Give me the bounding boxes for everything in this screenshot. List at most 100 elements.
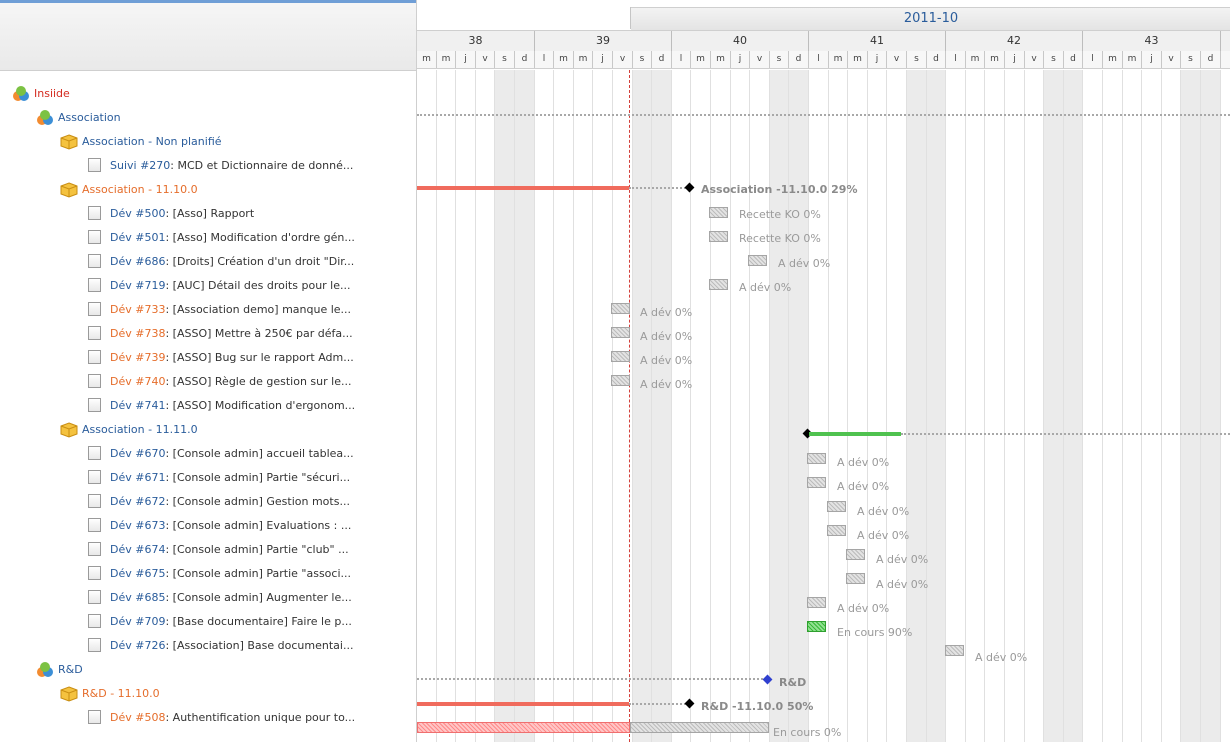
tree-row-label[interactable]: Association - Non planifié [82, 130, 222, 154]
tree-issue-row[interactable]: Dév #673: [Console admin] Evaluations : … [0, 514, 416, 538]
tree-issue-row[interactable]: Dév #670: [Console admin] accueil tablea… [0, 442, 416, 466]
tree-version-row[interactable]: Association - Non planifié [0, 130, 416, 154]
day-cell: v [613, 51, 633, 68]
tree-issue-row[interactable]: Dév #674: [Console admin] Partie "club" … [0, 538, 416, 562]
tree-issue-row[interactable]: Dév #508: Authentification unique pour t… [0, 706, 416, 730]
task-bar-508-late[interactable] [417, 722, 630, 733]
day-cell: v [1162, 51, 1181, 68]
day-cell: j [456, 51, 476, 68]
tree-issue-row[interactable]: Dév #719: [AUC] Détail des droits pour l… [0, 274, 416, 298]
issue-link[interactable]: Dév #671 [110, 471, 165, 484]
day-column [417, 70, 437, 742]
issue-link[interactable]: Dév #741 [110, 399, 165, 412]
tree-issue-row[interactable]: Dév #726: [Association] Base documentai.… [0, 634, 416, 658]
tree-row-label: Dév #675: [Console admin] Partie "associ… [110, 562, 351, 586]
tree-issue-row[interactable]: Dév #709: [Base documentaire] Faire le p… [0, 610, 416, 634]
issue-document-icon [88, 350, 101, 364]
tree-issue-row[interactable]: Dév #741: [ASSO] Modification d'ergonom.… [0, 394, 416, 418]
project-label-rd: R&D [779, 676, 807, 689]
version-late-bar-rd-11-10 [417, 702, 629, 706]
tree-issue-row[interactable]: Dév #500: [Asso] Rapport [0, 202, 416, 226]
task-bar-726[interactable] [945, 645, 964, 656]
issue-link[interactable]: Dév #670 [110, 447, 165, 460]
issue-link[interactable]: Dév #739 [110, 351, 165, 364]
task-bar-739[interactable] [611, 351, 630, 362]
tree-version-row[interactable]: R&D - 11.10.0 [0, 682, 416, 706]
task-bar-501[interactable] [709, 231, 728, 242]
task-bar-675[interactable] [846, 573, 865, 584]
tree-issue-row[interactable]: Dév #685: [Console admin] Augmenter le..… [0, 586, 416, 610]
tree-row-label[interactable]: Insiide [34, 82, 70, 106]
task-bar-719[interactable] [709, 279, 728, 290]
task-label-719: A dév 0% [739, 281, 792, 294]
task-bar-674[interactable] [846, 549, 865, 560]
issue-link[interactable]: Dév #501 [110, 231, 165, 244]
tree-version-row[interactable]: Association - 11.10.0 [0, 178, 416, 202]
tree-issue-row[interactable]: Suivi #270: MCD et Dictionnaire de donné… [0, 154, 416, 178]
issue-link[interactable]: Dév #675 [110, 567, 165, 580]
issue-link[interactable]: Dév #733 [110, 303, 165, 316]
task-bar-508[interactable] [630, 722, 769, 733]
issue-subject: : [Asso] Modification d'ordre gén... [165, 231, 355, 244]
task-bar-670[interactable] [807, 453, 826, 464]
issue-link[interactable]: Dév #738 [110, 327, 165, 340]
tree-row-label[interactable]: Association - 11.11.0 [82, 418, 198, 442]
issue-link[interactable]: Dév #709 [110, 615, 165, 628]
tree-issue-row[interactable]: Dév #738: [ASSO] Mettre à 250€ par défa.… [0, 322, 416, 346]
task-label-709: En cours 90% [837, 626, 913, 639]
issue-link[interactable]: Dév #674 [110, 543, 165, 556]
issue-document-icon [88, 542, 101, 556]
task-bar-671[interactable] [807, 477, 826, 488]
tree-row-label: Dév #674: [Console admin] Partie "club" … [110, 538, 349, 562]
task-bar-740[interactable] [611, 375, 630, 386]
day-cell: m [1103, 51, 1123, 68]
tree-row-label[interactable]: R&D - 11.10.0 [82, 682, 160, 706]
day-cell: m [417, 51, 437, 68]
issue-link[interactable]: Dév #673 [110, 519, 165, 532]
tree-project-row[interactable]: R&D [0, 658, 416, 682]
task-bar-686[interactable] [748, 255, 767, 266]
day-column [985, 70, 1005, 742]
tree-project-row[interactable]: Insiide [0, 82, 416, 106]
tree-row-label: Dév #671: [Console admin] Partie "sécuri… [110, 466, 350, 490]
issue-link[interactable]: Dév #719 [110, 279, 165, 292]
task-label-685: A dév 0% [837, 602, 890, 615]
issue-link[interactable]: Dév #672 [110, 495, 165, 508]
issue-link[interactable]: Dév #740 [110, 375, 165, 388]
day-cell: d [927, 51, 946, 68]
tree-issue-row[interactable]: Dév #675: [Console admin] Partie "associ… [0, 562, 416, 586]
tree-issue-row[interactable]: Dév #740: [ASSO] Règle de gestion sur le… [0, 370, 416, 394]
task-bar-685[interactable] [807, 597, 826, 608]
day-header: mmjvsdlmmjvsdlmmjvsdlmmjvsdlmmjvsdlmmjvs… [417, 51, 1230, 69]
day-column [848, 70, 868, 742]
week-cell: 43 [1083, 31, 1221, 51]
task-bar-673[interactable] [827, 525, 846, 536]
tree-issue-row[interactable]: Dév #671: [Console admin] Partie "sécuri… [0, 466, 416, 490]
issue-link[interactable]: Suivi #270 [110, 159, 170, 172]
task-bar-709[interactable] [807, 621, 826, 632]
issue-link[interactable]: Dév #508 [110, 711, 165, 724]
task-bar-733[interactable] [611, 303, 630, 314]
day-column [476, 70, 495, 742]
tree-issue-row[interactable]: Dév #686: [Droits] Création d'un droit "… [0, 250, 416, 274]
tree-issue-row[interactable]: Dév #739: [ASSO] Bug sur le rapport Adm.… [0, 346, 416, 370]
tree-row-label: Dév #501: [Asso] Modification d'ordre gé… [110, 226, 355, 250]
task-bar-500[interactable] [709, 207, 728, 218]
project-line-association [417, 114, 1230, 116]
tree-project-row[interactable]: Association [0, 106, 416, 130]
issue-link[interactable]: Dév #685 [110, 591, 165, 604]
tree-issue-row[interactable]: Dév #672: [Console admin] Gestion mots..… [0, 490, 416, 514]
tree-issue-row[interactable]: Dév #501: [Asso] Modification d'ordre gé… [0, 226, 416, 250]
tree-row-label[interactable]: Association [58, 106, 121, 130]
issue-link[interactable]: Dév #686 [110, 255, 165, 268]
task-bar-672[interactable] [827, 501, 846, 512]
tree-issue-row[interactable]: Dév #733: [Association demo] manque le..… [0, 298, 416, 322]
issue-link[interactable]: Dév #500 [110, 207, 165, 220]
issue-link[interactable]: Dév #726 [110, 639, 165, 652]
issue-subject: : [Console admin] Partie "sécuri... [165, 471, 351, 484]
task-bar-738[interactable] [611, 327, 630, 338]
tree-row-label[interactable]: Association - 11.10.0 [82, 178, 198, 202]
tree-version-row[interactable]: Association - 11.11.0 [0, 418, 416, 442]
project-icon [36, 662, 53, 678]
tree-row-label[interactable]: R&D [58, 658, 83, 682]
